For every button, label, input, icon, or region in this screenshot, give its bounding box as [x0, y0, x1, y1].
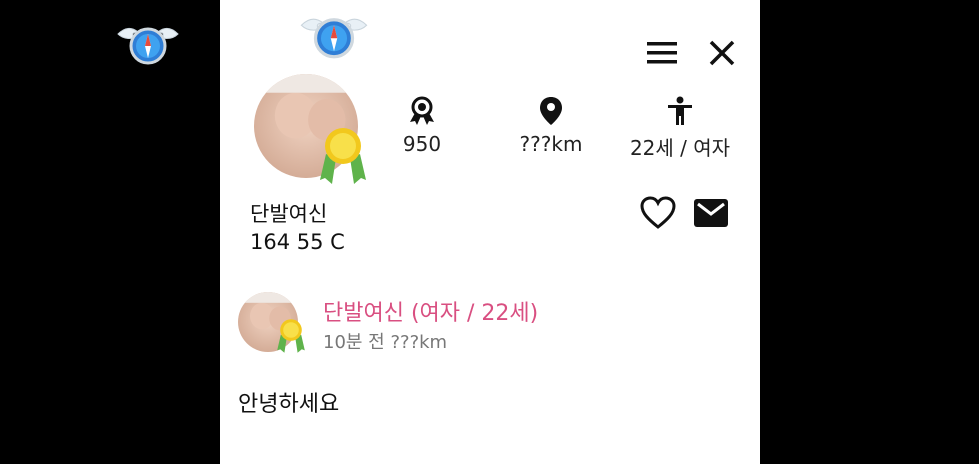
- stat-age-gender: 22세 / 여자: [620, 96, 740, 161]
- post-meta: 10분 전 ???km: [323, 332, 448, 353]
- stat-distance-value: ???km: [519, 132, 583, 156]
- person-icon: [668, 96, 692, 125]
- hamburger-menu-icon[interactable]: [646, 40, 678, 66]
- stat-distance: ???km: [491, 96, 611, 156]
- close-icon[interactable]: [709, 40, 735, 66]
- app-logo-icon: [116, 20, 180, 70]
- gold-medal-badge: [277, 318, 305, 354]
- heart-outline-icon[interactable]: [640, 196, 676, 230]
- stat-rank-value: 950: [402, 132, 442, 156]
- app-logo-icon: [298, 10, 370, 64]
- stat-age-gender-value: 22세 / 여자: [629, 136, 731, 160]
- award-ribbon-icon: [410, 96, 434, 125]
- profile-name: 단발여신: [250, 202, 328, 226]
- post-body: 안녕하세요: [238, 392, 340, 417]
- profile-detail: 164 55 C: [250, 230, 345, 254]
- envelope-icon[interactable]: [694, 199, 728, 227]
- gold-medal-badge: [320, 126, 366, 186]
- map-pin-icon: [540, 97, 562, 125]
- stat-rank: 950: [362, 96, 482, 156]
- post-author[interactable]: 단발여신 (여자 / 22세): [323, 295, 538, 327]
